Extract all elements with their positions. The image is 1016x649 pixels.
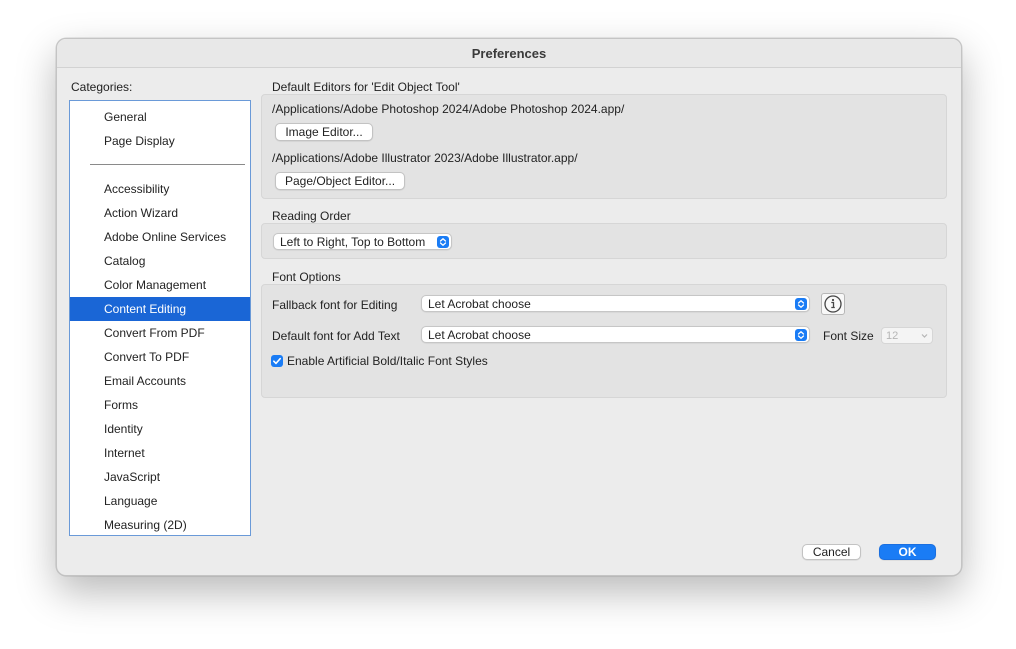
category-javascript[interactable]: JavaScript (70, 465, 250, 489)
fallback-font-select[interactable]: Let Acrobat choose (421, 295, 810, 312)
category-label: JavaScript (104, 470, 161, 484)
category-label: Accessibility (104, 182, 170, 196)
ok-button[interactable]: OK (879, 544, 936, 560)
category-label: Measuring (2D) (104, 518, 187, 532)
category-label: Convert From PDF (104, 326, 205, 340)
category-page-display[interactable]: Page Display (70, 129, 250, 153)
category-label: Action Wizard (104, 206, 179, 220)
info-button[interactable] (821, 293, 845, 315)
font-options-heading: Font Options (272, 270, 341, 284)
category-forms[interactable]: Forms (70, 393, 250, 417)
category-label: Color Management (104, 278, 207, 292)
stepper-chevron-icon (437, 236, 449, 248)
category-adobe-online-services[interactable]: Adobe Online Services (70, 225, 250, 249)
font-size-label: Font Size (823, 329, 874, 343)
stepper-chevron-icon (795, 298, 807, 310)
category-email-accounts[interactable]: Email Accounts (70, 369, 250, 393)
category-catalog[interactable]: Catalog (70, 249, 250, 273)
category-label: Email Accounts (104, 374, 187, 388)
image-editor-button[interactable]: Image Editor... (275, 123, 373, 141)
default-font-value: Let Acrobat choose (428, 328, 531, 342)
default-font-select[interactable]: Let Acrobat choose (421, 326, 810, 343)
fallback-font-value: Let Acrobat choose (428, 297, 531, 311)
category-label: General (104, 110, 147, 124)
default-font-label: Default font for Add Text (272, 329, 400, 343)
reading-order-heading: Reading Order (272, 209, 351, 223)
category-internet[interactable]: Internet (70, 441, 250, 465)
category-list[interactable]: General Page Display Accessibility Actio… (69, 100, 251, 536)
category-content-editing[interactable]: Content Editing (70, 297, 250, 321)
category-label: Content Editing (104, 302, 187, 316)
category-label: Identity (104, 422, 143, 436)
artificial-styles-checkbox[interactable] (271, 355, 283, 367)
page-object-editor-button[interactable]: Page/Object Editor... (275, 172, 405, 190)
category-divider (90, 164, 245, 165)
page-object-editor-path: /Applications/Adobe Illustrator 2023/Ado… (272, 151, 578, 165)
category-identity[interactable]: Identity (70, 417, 250, 441)
category-convert-from-pdf[interactable]: Convert From PDF (70, 321, 250, 345)
checkmark-icon (273, 357, 281, 365)
category-label: Language (104, 494, 158, 508)
category-label: Adobe Online Services (104, 230, 227, 244)
category-label: Page Display (104, 134, 175, 148)
info-icon (824, 295, 842, 313)
category-label: Forms (104, 398, 138, 412)
reading-order-select[interactable]: Left to Right, Top to Bottom (273, 233, 452, 250)
reading-order-value: Left to Right, Top to Bottom (280, 235, 426, 249)
category-measuring-2d[interactable]: Measuring (2D) (70, 513, 250, 535)
preferences-window: Preferences Categories: General Page Dis… (56, 38, 962, 576)
category-accessibility[interactable]: Accessibility (70, 177, 250, 201)
category-label: Internet (104, 446, 145, 460)
artificial-styles-label[interactable]: Enable Artificial Bold/Italic Font Style… (287, 354, 488, 368)
stepper-chevron-icon (795, 329, 807, 341)
category-label: Convert To PDF (104, 350, 190, 364)
default-editors-heading: Default Editors for 'Edit Object Tool' (272, 80, 460, 94)
chevron-down-icon (920, 331, 929, 343)
categories-label: Categories: (71, 80, 133, 94)
cancel-button[interactable]: Cancel (802, 544, 861, 560)
font-size-value: 12 (886, 330, 899, 342)
category-color-management[interactable]: Color Management (70, 273, 250, 297)
image-editor-path: /Applications/Adobe Photoshop 2024/Adobe… (272, 102, 625, 116)
fallback-font-label: Fallback font for Editing (272, 298, 398, 312)
category-general[interactable]: General (70, 105, 250, 129)
category-label: Catalog (104, 254, 146, 268)
font-size-select[interactable]: 12 (881, 327, 933, 344)
category-action-wizard[interactable]: Action Wizard (70, 201, 250, 225)
window-title: Preferences (471, 45, 547, 61)
category-language[interactable]: Language (70, 489, 250, 513)
category-convert-to-pdf[interactable]: Convert To PDF (70, 345, 250, 369)
title-bar[interactable]: Preferences (57, 39, 961, 68)
